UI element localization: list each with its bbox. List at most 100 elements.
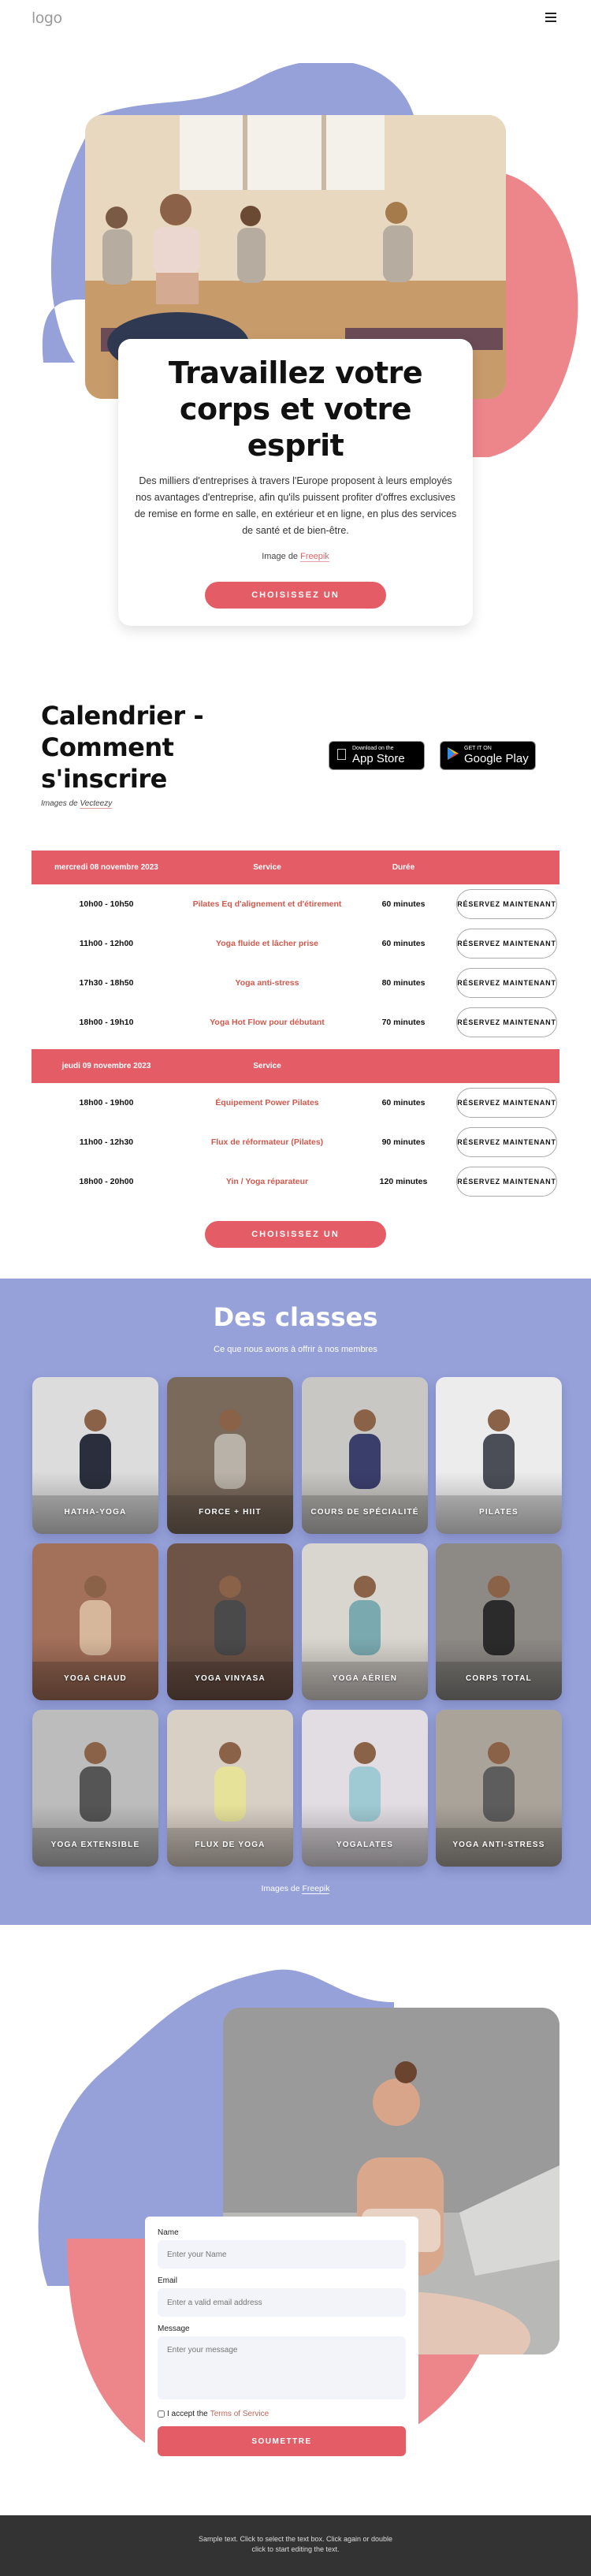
credit-prefix: Images de <box>41 799 78 808</box>
app-store-badge[interactable]:  Download on the App Store <box>329 741 425 770</box>
choose-subscription-button[interactable]: CHOISISSEZ UN ABONNEMENT <box>205 582 386 627</box>
reserve-button[interactable]: RÉSERVEZ MAINTENANT <box>456 968 557 998</box>
row-service[interactable]: Yoga fluide et lâcher prise <box>181 938 353 950</box>
message-textarea[interactable] <box>158 2336 406 2399</box>
row-duration: 60 minutes <box>381 899 426 909</box>
reserve-button[interactable]: RÉSERVEZ MAINTENANT <box>456 889 557 919</box>
calendar-cta-wrapper: CHOISISSEZ UN ABONNEMENT <box>205 1221 386 1268</box>
header-service: Service <box>253 1062 281 1070</box>
email-input[interactable] <box>158 2288 406 2317</box>
header-duration: Durée <box>392 863 415 872</box>
reserve-button[interactable]: RÉSERVEZ MAINTENANT <box>456 929 557 959</box>
row-service[interactable]: Équipement Power Pilates <box>181 1097 353 1109</box>
table-row: 11h00 - 12h30 Flux de réformateur (Pilat… <box>32 1122 559 1162</box>
table-header: mercredi 08 novembre 2023 Service Durée <box>32 851 559 884</box>
hero-description: Des milliers d'entreprises à travers l'E… <box>134 475 457 536</box>
logo[interactable]: logo <box>32 9 62 27</box>
apple-icon:  <box>336 746 348 765</box>
reserve-button[interactable]: RÉSERVEZ MAINTENANT <box>456 1088 557 1118</box>
header-service: Service <box>253 863 281 872</box>
terms-prefix: I accept the <box>167 2410 208 2418</box>
class-card[interactable]: COURS DE SPÉCIALITÉ <box>302 1377 428 1534</box>
class-card-label: YOGA VINYASA <box>195 1674 266 1683</box>
class-card[interactable]: YOGA ANTI-STRESS <box>436 1710 562 1867</box>
class-card[interactable]: YOGA AÉRIEN <box>302 1543 428 1700</box>
google-play-badge[interactable]: GET IT ON Google Play <box>440 741 536 770</box>
classes-image-credit: Images de Freepik <box>0 1884 591 1894</box>
hamburger-menu-icon[interactable] <box>545 13 556 24</box>
table-row: 17h30 - 18h50 Yoga anti-stress 80 minute… <box>32 963 559 1003</box>
google-play-icon <box>447 746 459 765</box>
page: logo Travaillez votre corps et votre esp… <box>0 0 591 2576</box>
choose-subscription-button[interactable]: CHOISISSEZ UN ABONNEMENT <box>205 1221 386 1266</box>
contact-form: Name Email Message I accept the Terms of… <box>145 2217 418 2456</box>
table-row: 11h00 - 12h00 Yoga fluide et lâcher pris… <box>32 924 559 963</box>
freepik-link[interactable]: Freepik <box>302 1884 330 1894</box>
row-duration: 120 minutes <box>379 1177 428 1186</box>
class-card[interactable]: YOGA EXTENSIBLE <box>32 1710 158 1867</box>
terms-link[interactable]: Terms of Service <box>210 2410 269 2418</box>
table-header: jeudi 09 novembre 2023 Service <box>32 1049 559 1083</box>
class-card-label: YOGA CHAUD <box>64 1674 127 1683</box>
name-label: Name <box>158 2228 179 2237</box>
row-service[interactable]: Yin / Yoga réparateur <box>181 1176 353 1188</box>
footer-text: Sample text. Click to select the text bo… <box>198 2535 393 2553</box>
row-duration: 60 minutes <box>381 939 426 948</box>
class-card-label: YOGA AÉRIEN <box>332 1674 398 1683</box>
classes-title: Des classes <box>213 1302 378 1332</box>
credit-prefix: Images de <box>261 1884 300 1893</box>
class-card[interactable]: FORCE + HIIT <box>167 1377 293 1534</box>
class-card[interactable]: CORPS TOTAL <box>436 1543 562 1700</box>
class-card-label: YOGA EXTENSIBLE <box>50 1841 140 1849</box>
reserve-button[interactable]: RÉSERVEZ MAINTENANT <box>456 1007 557 1037</box>
footer: Sample text. Click to select the text bo… <box>0 2515 591 2576</box>
message-label: Message <box>158 2325 190 2333</box>
class-card-label: COURS DE SPÉCIALITÉ <box>310 1508 419 1517</box>
row-duration: 80 minutes <box>381 978 426 988</box>
hero-title: Travaillez votre corps et votre esprit <box>168 356 423 463</box>
vecteezy-link[interactable]: Vecteezy <box>80 799 113 809</box>
row-service[interactable]: Pilates Eq d'alignement et d'étirement <box>181 899 353 910</box>
row-service[interactable]: Flux de réformateur (Pilates) <box>181 1137 353 1148</box>
terms-row: I accept the Terms of Service <box>158 2410 406 2418</box>
classes-subtitle: Ce que nous avons à offrir à nos membres <box>214 1345 377 1354</box>
row-time: 18h00 - 19h10 <box>79 1018 134 1027</box>
class-card[interactable]: PILATES <box>436 1377 562 1534</box>
class-card[interactable]: YOGALATES <box>302 1710 428 1867</box>
class-card[interactable]: YOGA CHAUD <box>32 1543 158 1700</box>
class-card-label: FLUX DE YOGA <box>195 1841 266 1849</box>
hero-image-credit: Image de Freepik <box>118 552 473 562</box>
class-card[interactable]: HATHA-YOGA <box>32 1377 158 1534</box>
row-service[interactable]: Yoga Hot Flow pour débutant <box>181 1017 353 1029</box>
reserve-button[interactable]: RÉSERVEZ MAINTENANT <box>456 1127 557 1157</box>
reserve-button[interactable]: RÉSERVEZ MAINTENANT <box>456 1167 557 1197</box>
class-card[interactable]: FLUX DE YOGA <box>167 1710 293 1867</box>
calendar-title-line: Calendrier - <box>41 701 204 731</box>
row-time: 11h00 - 12h30 <box>79 1137 134 1147</box>
submit-button[interactable]: SOUMETTRE <box>158 2426 406 2456</box>
class-card-label: YOGALATES <box>336 1841 394 1849</box>
row-time: 10h00 - 10h50 <box>79 899 134 909</box>
class-card[interactable]: YOGA VINYASA <box>167 1543 293 1700</box>
row-time: 17h30 - 18h50 <box>79 978 134 988</box>
schedule-table-day-1: mercredi 08 novembre 2023 Service Durée … <box>32 851 559 1042</box>
hero-card: Travaillez votre corps et votre esprit D… <box>118 339 473 627</box>
schedule-table-day-2: jeudi 09 novembre 2023 Service 18h00 - 1… <box>32 1049 559 1201</box>
row-duration: 90 minutes <box>381 1137 426 1147</box>
freepik-link[interactable]: Freepik <box>300 552 329 562</box>
class-card-label: HATHA-YOGA <box>64 1508 127 1517</box>
table-row: 10h00 - 10h50 Pilates Eq d'alignement et… <box>32 884 559 924</box>
row-time: 18h00 - 20h00 <box>79 1177 134 1186</box>
classes-section: Des classes Ce que nous avons à offrir à… <box>0 1279 591 1925</box>
table-row: 18h00 - 19h00 Équipement Power Pilates 6… <box>32 1083 559 1122</box>
app-store-small: Download on the <box>340 746 394 751</box>
name-input[interactable] <box>158 2240 406 2269</box>
terms-checkbox[interactable] <box>158 2410 165 2418</box>
row-duration: 70 minutes <box>381 1018 426 1027</box>
class-card-label: CORPS TOTAL <box>466 1674 532 1683</box>
google-play-small: GET IT ON <box>464 746 492 751</box>
row-service[interactable]: Yoga anti-stress <box>181 977 353 989</box>
header-date: mercredi 08 novembre 2023 <box>54 863 158 872</box>
row-time: 18h00 - 19h00 <box>79 1098 134 1107</box>
row-time: 11h00 - 12h00 <box>79 939 134 948</box>
